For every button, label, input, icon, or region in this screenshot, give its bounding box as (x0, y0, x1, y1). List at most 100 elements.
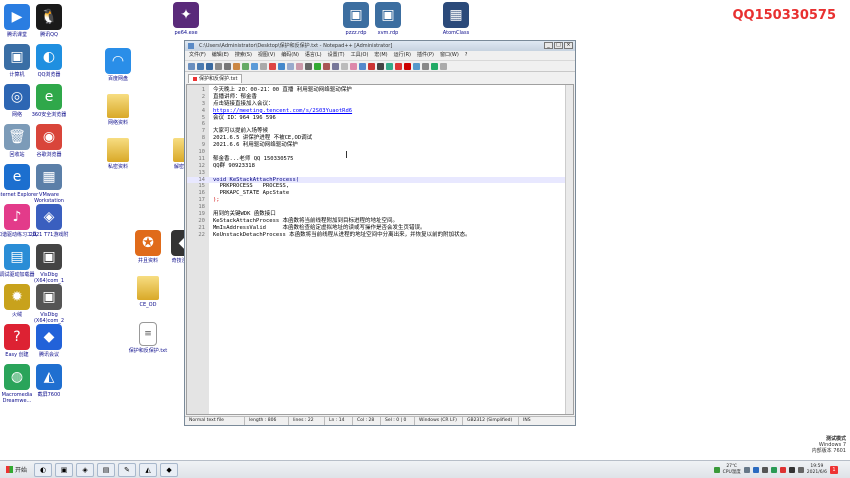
taskbar-app-7[interactable]: ◆ (160, 462, 179, 477)
top-icon-4[interactable]: ▦ AtomClass (434, 2, 478, 36)
desktop-icon-14-icon: ▣ (36, 244, 62, 270)
toolbar-button-7[interactable] (242, 62, 249, 70)
menu-item-11[interactable]: 插件(P) (417, 51, 434, 60)
mid-icon-6[interactable]: ≡ 保护和反保护.txt (126, 322, 170, 354)
toolbar-button-26[interactable] (413, 62, 420, 70)
maximize-button[interactable]: □ (554, 42, 563, 49)
desktop-icon-16[interactable]: ▣ VisDbg (X64)com_2 (27, 284, 71, 324)
top-icon-3[interactable]: ▣ xvm.rdp (366, 2, 410, 36)
toolbar-button-15[interactable] (314, 62, 321, 70)
toolbar-button-17[interactable] (332, 62, 339, 70)
menu-item-8[interactable]: 工具(O) (351, 51, 369, 60)
line-number: 8 (201, 135, 205, 142)
toolbar-button-4[interactable] (215, 62, 222, 70)
tray-icon-4[interactable] (770, 466, 777, 473)
text-editor[interactable]: 1 今天晚上 20：00-21：00 直播 利用驱动网络驱动保护 2 直播讲师：郁金香… (186, 84, 574, 415)
toolbar-button-10[interactable] (269, 62, 276, 70)
notepad-window[interactable]: C:\Users\Administrator\Desktop\保护和反保护.tx… (184, 40, 576, 426)
notification-icon[interactable]: 1 (830, 465, 838, 474)
mid-icon-1[interactable]: ◠ 百度网盘 (96, 48, 140, 82)
tray-icon-1[interactable] (743, 466, 750, 473)
desktop-icon-10-label: VMware Workstation (34, 192, 64, 204)
menu-item-9[interactable]: 宏(M) (374, 51, 387, 60)
vertical-scrollbar[interactable] (565, 85, 573, 414)
menu-item-4[interactable]: 视图(V) (258, 51, 275, 60)
mid-icon-5[interactable]: CE_OD (126, 276, 170, 308)
desktop-icon-20[interactable]: ◭ 截屏7600 (27, 364, 71, 398)
minimize-button[interactable]: _ (544, 42, 553, 49)
top-icon-1[interactable]: ✦ pe64.exe (164, 2, 208, 36)
desktop-icon-10[interactable]: ▦ VMware Workstation (27, 164, 71, 204)
menu-item-12[interactable]: 窗口(W) (440, 51, 459, 60)
menu-item-7[interactable]: 设置(T) (328, 51, 345, 60)
start-button[interactable]: 开始 (2, 463, 31, 477)
line-text: 今天晚上 20：00-21：00 直播 利用驱动网络驱动保护 (213, 87, 352, 93)
desktop-icon-2[interactable]: 🐧 腾讯QQ (27, 4, 71, 38)
menu-item-10[interactable]: 运行(R) (394, 51, 411, 60)
desktop-icon-18[interactable]: ◆ 腾讯会议 (27, 324, 71, 358)
toolbar-button-21[interactable] (368, 62, 375, 70)
mid-icon-2[interactable]: 网络资料 (96, 94, 140, 126)
desktop-icon-8-icon: ◉ (36, 124, 62, 150)
toolbar-button-3[interactable] (206, 62, 213, 70)
toolbar-button-1[interactable] (188, 62, 195, 70)
toolbar-button-9[interactable] (260, 62, 267, 70)
desktop-icon-12[interactable]: ◈ 2021 T71游戏附 (27, 204, 71, 238)
mid-icon-3[interactable]: 私密资料 (96, 138, 140, 170)
menu-item-13[interactable]: ? (465, 51, 468, 60)
toolbar-button-8[interactable] (251, 62, 258, 70)
taskbar-app-5[interactable]: ✎ (118, 462, 137, 477)
toolbar-button-29[interactable] (440, 62, 447, 70)
menu-item-5[interactable]: 编码(N) (281, 51, 299, 60)
mid-icon-1-label: 百度网盘 (107, 76, 128, 82)
desktop-icon-8[interactable]: ◉ 谷歌浏览器 (27, 124, 71, 158)
tray-icon-5[interactable] (779, 466, 786, 473)
volume-icon[interactable] (797, 466, 804, 473)
tray-icon-2[interactable] (752, 466, 759, 473)
toolbar-button-16[interactable] (323, 62, 330, 70)
tab-document[interactable]: 保护和反保护.txt (188, 74, 243, 83)
menu-item-2[interactable]: 编辑(E) (212, 51, 229, 60)
chat-icon[interactable] (713, 466, 720, 473)
menu-item-3[interactable]: 搜索(S) (235, 51, 252, 60)
toolbar-button-19[interactable] (350, 62, 357, 70)
toolbar-button-20[interactable] (359, 62, 366, 70)
taskbar-app-2[interactable]: ▣ (55, 462, 74, 477)
toolbar-button-25[interactable] (404, 62, 411, 70)
line-text: 郁金香...老师 QQ 150330575 (213, 155, 294, 162)
taskbar-app-3[interactable]: ◈ (76, 462, 95, 477)
desktop-icon-18-icon: ◆ (36, 324, 62, 350)
toolbar-button-23[interactable] (386, 62, 393, 70)
toolbar-button-6[interactable] (233, 62, 240, 70)
menu-item-1[interactable]: 文件(F) (189, 51, 206, 60)
toolbar-button-27[interactable] (422, 62, 429, 70)
top-icon-4-label: AtomClass (442, 30, 470, 36)
toolbar-button-2[interactable] (197, 62, 204, 70)
taskbar-app-6[interactable]: ◭ (139, 462, 158, 477)
editor-line: 19 用到的关键WDK 函数接口 (187, 211, 573, 218)
menu-item-6[interactable]: 语言(L) (305, 51, 322, 60)
window-controls: _ □ × (544, 42, 573, 49)
toolbar-button-24[interactable] (395, 62, 402, 70)
toolbar-button-28[interactable] (431, 62, 438, 70)
editor-line: 20 KeStackAttachProcess 本函数将当前线程附加到目标进程的地… (187, 218, 573, 225)
desktop-icon-6[interactable]: e 360安全浏览器 (27, 84, 71, 118)
network-icon[interactable] (788, 466, 795, 473)
close-button[interactable]: × (564, 42, 573, 49)
weather-widget[interactable]: 27℃ CPU温度 (723, 464, 741, 476)
toolbar-button-12[interactable] (287, 62, 294, 70)
tray-icon-3[interactable] (761, 466, 768, 473)
clock[interactable]: 19:59 2021/6/6 (807, 464, 827, 476)
mid-icon-2-icon (107, 94, 129, 118)
toolbar-button-5[interactable] (224, 62, 231, 70)
toolbar-button-11[interactable] (278, 62, 285, 70)
desktop-icon-4[interactable]: ◐ QQ浏览器 (27, 44, 71, 78)
taskbar-app-4[interactable]: ▤ (97, 462, 116, 477)
taskbar-app-1[interactable]: ◐ (34, 462, 53, 477)
desktop-icon-14[interactable]: ▣ VisDbg (X64)com_1 (27, 244, 71, 284)
toolbar-button-18[interactable] (341, 62, 348, 70)
toolbar-button-22[interactable] (377, 62, 384, 70)
toolbar-button-13[interactable] (296, 62, 303, 70)
toolbar-button-14[interactable] (305, 62, 312, 70)
window-titlebar[interactable]: C:\Users\Administrator\Desktop\保护和反保护.tx… (185, 41, 575, 51)
